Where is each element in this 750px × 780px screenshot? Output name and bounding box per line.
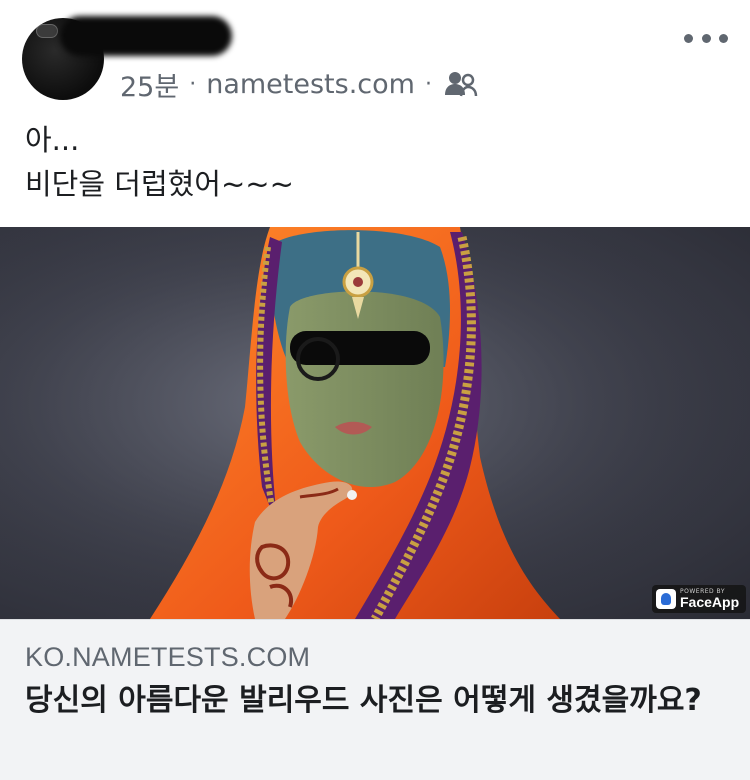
post-text-line: 비단을 더럽혔어~~~	[25, 167, 294, 201]
link-domain: KO.NAMETESTS.COM	[25, 642, 311, 672]
avatar-badge	[36, 24, 58, 38]
meta-separator: ·	[424, 71, 432, 97]
post-header: 25분 · nametests.com ·	[0, 0, 750, 110]
more-options-icon[interactable]	[684, 24, 728, 52]
more-dot	[701, 33, 711, 43]
meta-separator: ·	[189, 71, 197, 97]
more-dot	[684, 33, 693, 43]
faceapp-text: POWERED BY FaceApp	[680, 589, 740, 610]
post-text-line: 아...	[25, 123, 80, 157]
post-timestamp[interactable]: 25분	[120, 65, 179, 104]
author-name-redacted[interactable]	[60, 16, 232, 56]
post-image[interactable]: POWERED BY FaceApp	[0, 227, 750, 619]
faceapp-badge: POWERED BY FaceApp	[652, 585, 746, 613]
bollywood-portrait-illustration	[0, 227, 750, 619]
faceapp-name: FaceApp	[680, 594, 740, 610]
friends-icon[interactable]	[444, 69, 478, 99]
post-body: 아... 비단을 더럽혔어~~~	[25, 118, 294, 206]
faceapp-logo-icon	[656, 589, 676, 609]
post-source[interactable]: nametests.com	[206, 69, 415, 100]
link-preview-card[interactable]: KO.NAMETESTS.COM 당신의 아름다운 발리우드 사진은 어떻게 생…	[0, 619, 750, 780]
link-title[interactable]: 당신의 아름다운 발리우드 사진은 어떻게 생겼을까요?	[25, 680, 725, 722]
post-meta: 25분 · nametests.com ·	[120, 65, 478, 104]
more-dot	[719, 33, 728, 43]
